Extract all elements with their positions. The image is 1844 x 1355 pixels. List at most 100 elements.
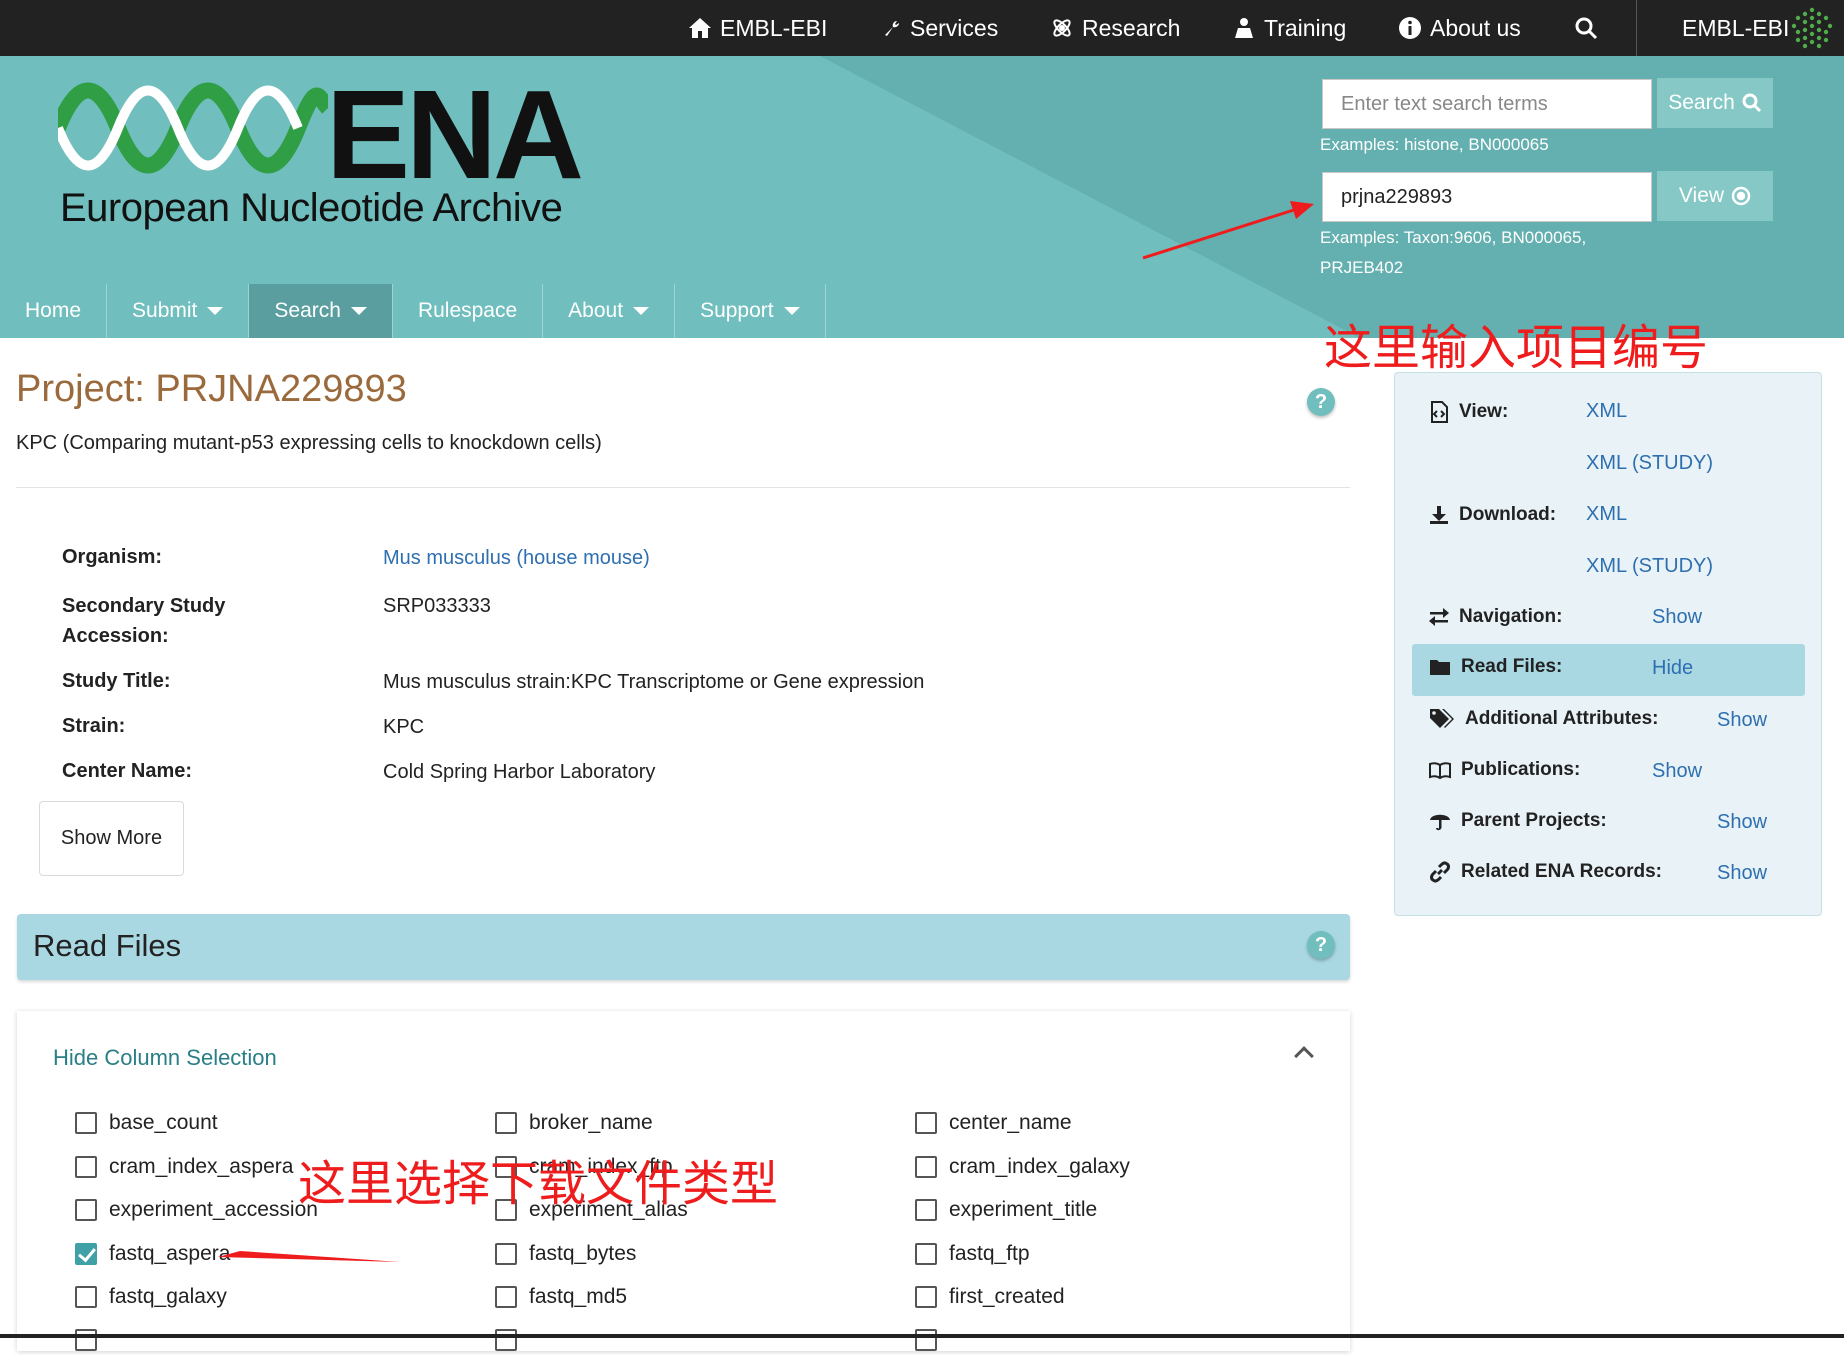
column-name: fastq_aspera: [109, 1242, 231, 1265]
topnav-label: Training: [1264, 14, 1347, 41]
navigation-show-link[interactable]: Show: [1652, 606, 1702, 629]
topnav-about-us[interactable]: About us: [1398, 0, 1521, 56]
checkbox[interactable]: [495, 1329, 517, 1351]
annotation-enter-project-id: 这里输入项目编号: [1324, 320, 1709, 376]
search-icon: [1742, 93, 1761, 113]
read-files-title: Read Files: [33, 928, 182, 963]
nav-label: Search: [274, 299, 341, 322]
topnav-label: Research: [1082, 14, 1181, 41]
nav-search[interactable]: Search: [249, 284, 393, 338]
global-top-bar: EMBL-EBI Services Research Training Abou…: [0, 0, 1844, 56]
checkbox[interactable]: [75, 1199, 97, 1221]
topnav-brand[interactable]: EMBL-EBI: [1682, 0, 1789, 56]
column-checkbox-fastq-md5[interactable]: fastq_md5: [495, 1282, 627, 1312]
column-name: experiment_title: [949, 1198, 1098, 1221]
column-checkbox-cut-off[interactable]: [915, 1325, 937, 1355]
home-icon: [689, 18, 711, 38]
column-name: cram_index_galaxy: [949, 1155, 1130, 1178]
sidebar-view: View:: [1429, 401, 1508, 423]
column-checkbox-broker-name[interactable]: broker_name: [495, 1108, 653, 1138]
column-checkbox-fastq-aspera[interactable]: fastq_aspera: [75, 1239, 230, 1269]
trainer-icon: [1235, 18, 1253, 38]
column-checkbox-center-name[interactable]: center_name: [915, 1108, 1072, 1138]
view-xml-link[interactable]: XML: [1586, 400, 1627, 423]
topbar-divider: [1636, 0, 1637, 56]
column-checkbox-fastq-bytes[interactable]: fastq_bytes: [495, 1239, 636, 1269]
checkbox[interactable]: [915, 1329, 937, 1351]
sidebar-navigation: Navigation:: [1429, 606, 1562, 628]
column-checkbox-fastq-galaxy[interactable]: fastq_galaxy: [75, 1282, 227, 1312]
organism-value-link[interactable]: Mus musculus (house mouse): [383, 547, 650, 570]
column-checkbox-first-created[interactable]: first_created: [915, 1282, 1065, 1312]
checkbox[interactable]: [495, 1112, 517, 1134]
column-name: first_created: [949, 1285, 1065, 1308]
show-more-button[interactable]: Show More: [39, 801, 184, 876]
checkbox-checked[interactable]: [75, 1243, 97, 1265]
nav-submit[interactable]: Submit: [107, 284, 250, 338]
column-name: center_name: [949, 1111, 1072, 1134]
column-checkbox-base-count[interactable]: base_count: [75, 1108, 218, 1138]
info-icon: [1399, 17, 1421, 39]
column-checkbox-cut-off[interactable]: [495, 1325, 517, 1355]
download-xml-study-link[interactable]: XML (STUDY): [1586, 555, 1713, 578]
view-examples-line2: PRJEB402: [1320, 258, 1404, 277]
topnav-training[interactable]: Training: [1232, 0, 1346, 56]
topnav-embl-ebi[interactable]: EMBL-EBI: [688, 0, 827, 56]
caret-down-icon: [207, 307, 224, 315]
related-records-show-link[interactable]: Show: [1717, 862, 1767, 885]
topnav-label: About us: [1430, 14, 1521, 41]
brand-label: EMBL-EBI: [1682, 14, 1790, 41]
checkbox[interactable]: [75, 1286, 97, 1308]
nav-about[interactable]: About: [543, 284, 676, 338]
checkbox[interactable]: [915, 1243, 937, 1265]
view-button[interactable]: View: [1657, 171, 1773, 221]
read-files-hide-link[interactable]: Hide: [1652, 657, 1693, 680]
file-code-icon: [1431, 401, 1448, 423]
sidebar-publications: Publications:: [1429, 759, 1580, 781]
download-xml-link[interactable]: XML: [1586, 503, 1627, 526]
parent-projects-show-link[interactable]: Show: [1717, 811, 1767, 834]
chevron-up-icon[interactable]: [1294, 1046, 1314, 1066]
view-accession-input[interactable]: [1322, 172, 1652, 222]
dna-helix-logo-icon: [58, 82, 328, 174]
hide-column-selection-toggle[interactable]: Hide Column Selection: [53, 1045, 277, 1071]
strain-label: Strain:: [62, 715, 126, 737]
topnav-search-button[interactable]: [1574, 0, 1598, 56]
checkbox[interactable]: [75, 1329, 97, 1351]
text-search-input[interactable]: [1322, 79, 1652, 129]
project-help-icon[interactable]: ?: [1307, 388, 1335, 416]
search-button[interactable]: Search: [1657, 78, 1773, 128]
ena-masthead: ENA European Nucleotide Archive Search E…: [0, 56, 1844, 338]
column-checkbox-cram-index-aspera[interactable]: cram_index_aspera: [75, 1152, 293, 1182]
ena-subtitle: European Nucleotide Archive: [60, 186, 563, 230]
column-checkbox-fastq-ftp[interactable]: fastq_ftp: [915, 1239, 1030, 1269]
center-name-value: Cold Spring Harbor Laboratory: [383, 761, 656, 783]
organism-label: Organism:: [62, 546, 163, 568]
nav-support[interactable]: Support: [675, 284, 826, 338]
additional-attributes-show-link[interactable]: Show: [1717, 709, 1767, 732]
exchange-icon: [1429, 608, 1449, 626]
topnav-services[interactable]: Services: [882, 0, 998, 56]
embl-dot-grid-logo-icon: [1791, 7, 1833, 49]
column-name: fastq_galaxy: [109, 1285, 227, 1308]
view-xml-study-link[interactable]: XML (STUDY): [1586, 452, 1713, 475]
checkbox[interactable]: [915, 1112, 937, 1134]
checkbox[interactable]: [915, 1156, 937, 1178]
nav-rulespace[interactable]: Rulespace: [393, 284, 544, 338]
topnav-research[interactable]: Research: [1050, 0, 1180, 56]
publications-show-link[interactable]: Show: [1652, 760, 1702, 783]
checkbox[interactable]: [915, 1199, 937, 1221]
checkbox[interactable]: [495, 1243, 517, 1265]
read-files-help-icon[interactable]: ?: [1307, 931, 1335, 959]
column-checkbox-experiment-accession[interactable]: experiment_accession: [75, 1195, 318, 1225]
checkbox[interactable]: [75, 1156, 97, 1178]
column-checkbox-cram-index-galaxy[interactable]: cram_index_galaxy: [915, 1152, 1130, 1182]
checkbox[interactable]: [915, 1286, 937, 1308]
nav-home[interactable]: Home: [0, 284, 108, 338]
checkbox[interactable]: [75, 1112, 97, 1134]
column-checkbox-cut-off[interactable]: [75, 1325, 97, 1355]
column-checkbox-experiment-title[interactable]: experiment_title: [915, 1195, 1097, 1225]
secondary-accession-value: SRP033333: [383, 595, 491, 617]
checkbox[interactable]: [495, 1286, 517, 1308]
nav-label: Home: [25, 299, 82, 322]
